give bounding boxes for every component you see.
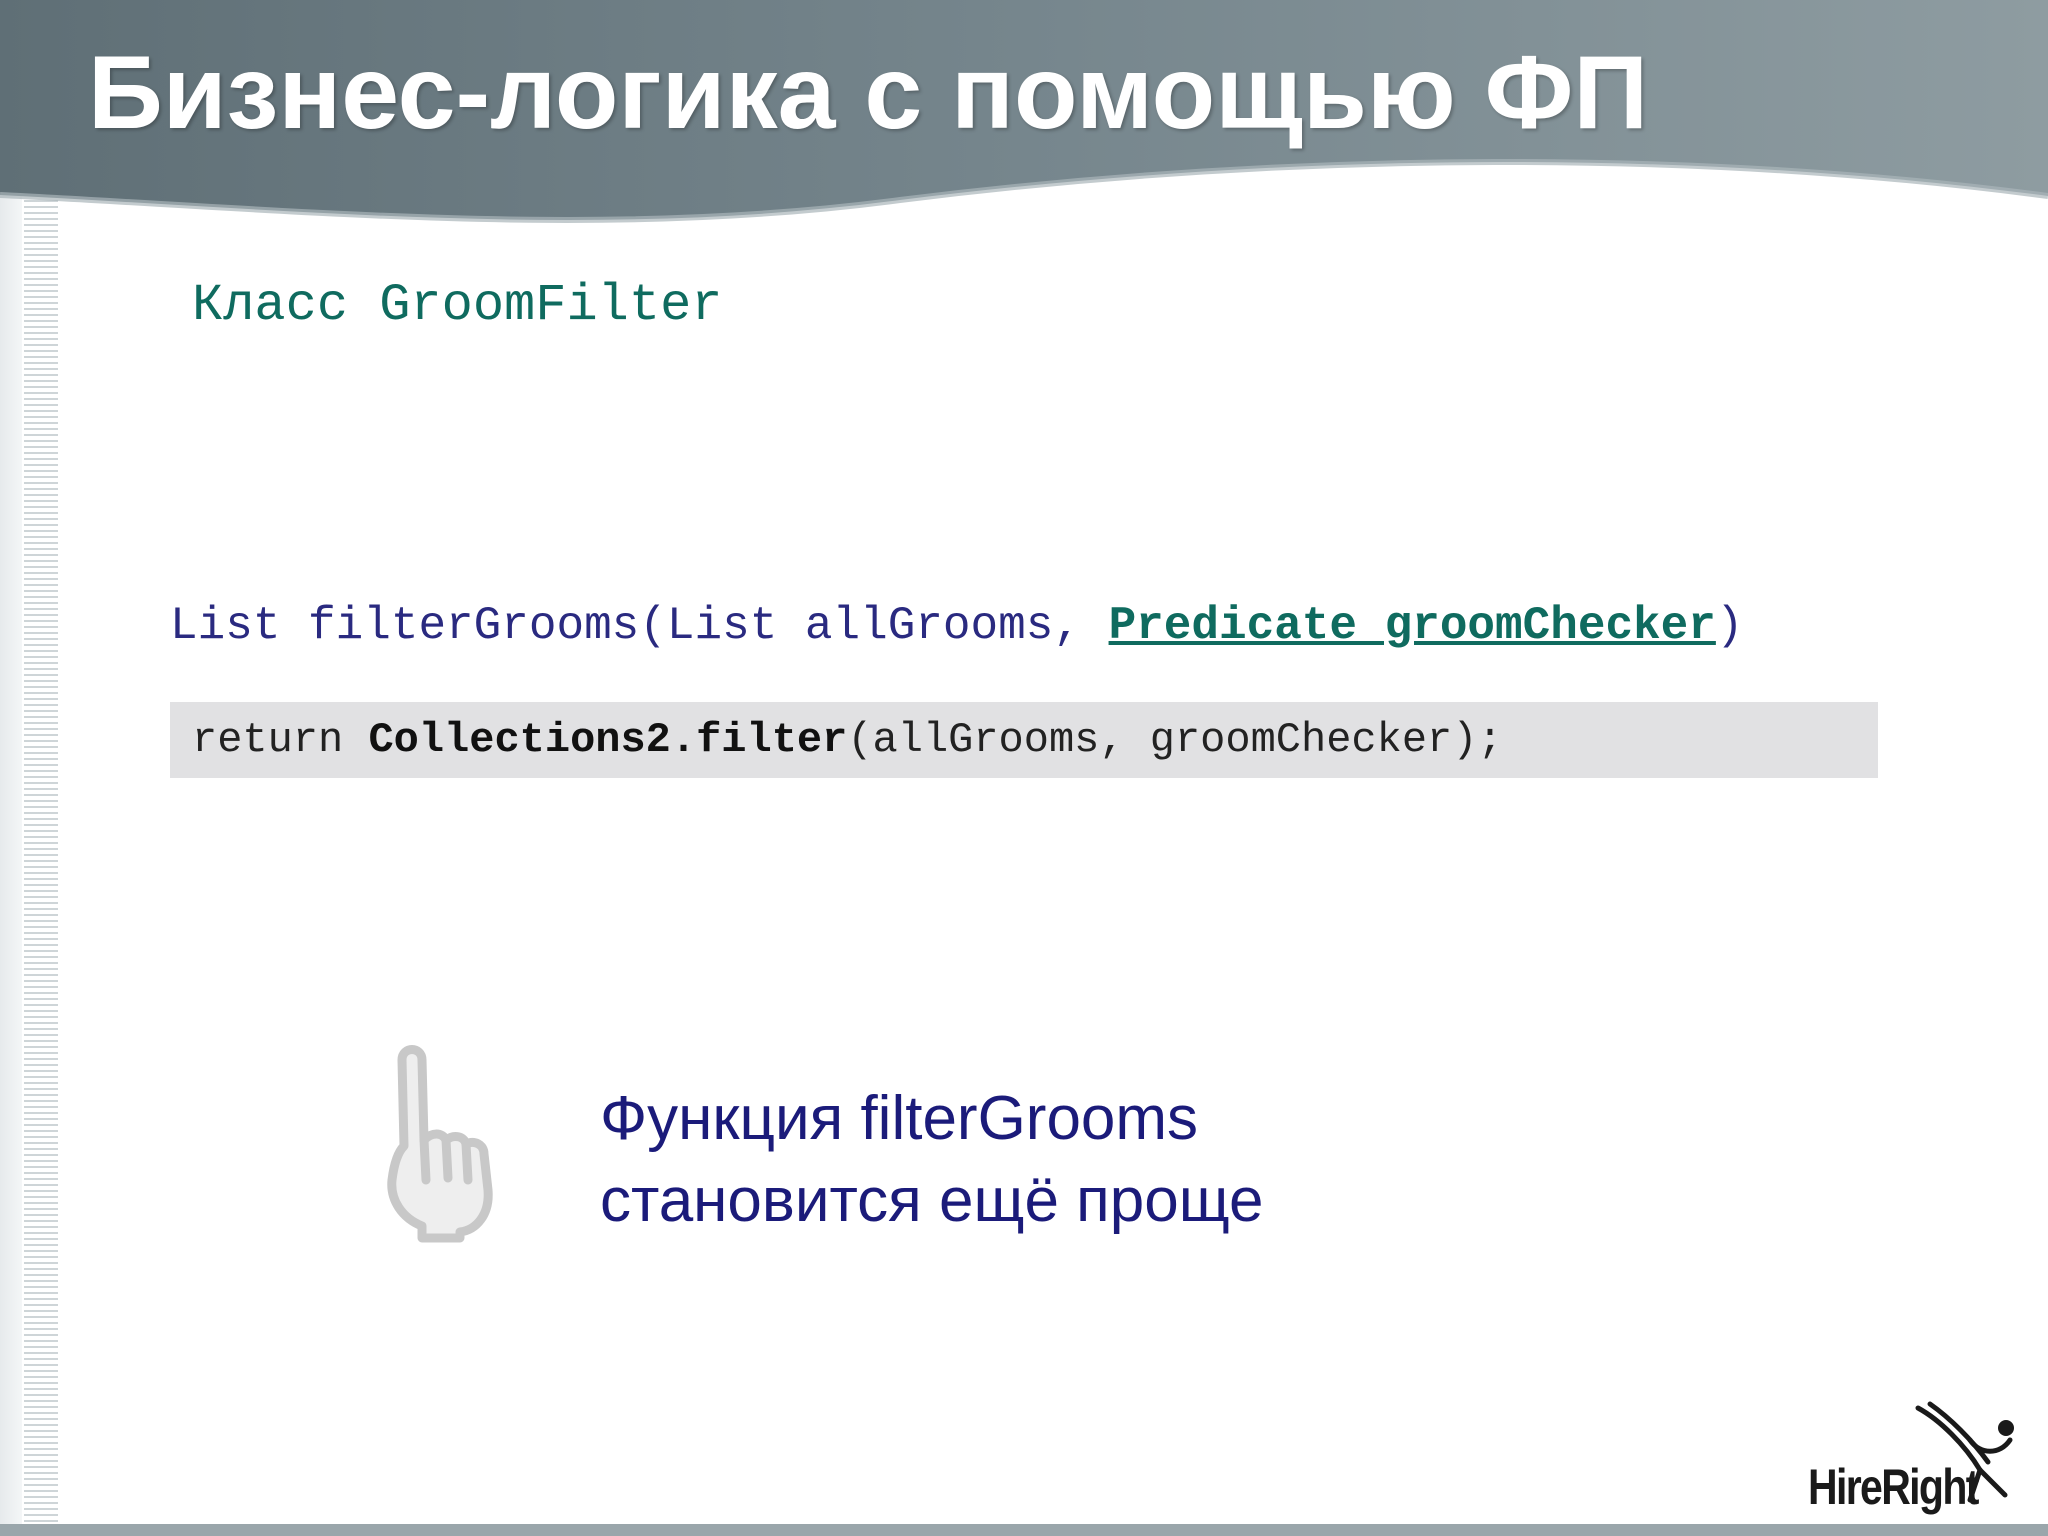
callout-line-1: Функция filterGrooms <box>600 1084 1199 1153</box>
code-block: return Collections2.filter(allGrooms, gr… <box>170 702 1878 778</box>
left-stripe-decoration <box>24 200 58 1530</box>
predicate-link[interactable]: Predicate groomChecker <box>1109 600 1716 652</box>
code-keyword: return <box>192 716 369 764</box>
signature-suffix: ) <box>1715 600 1744 652</box>
callout-line-2: становится ещё проще <box>600 1166 1264 1235</box>
class-caption: Класс GroomFilter <box>192 276 723 335</box>
hireright-logo: HireRight <box>1800 1400 2020 1525</box>
pointing-hand-icon <box>387 1045 493 1243</box>
method-signature: List filterGrooms(List allGrooms, Predic… <box>170 596 1743 656</box>
slide-title: Бизнес-логика с помощью ФП <box>88 35 1649 151</box>
bottom-bar <box>0 1524 2048 1536</box>
callout-text: Функция filterGrooms становится ещё прощ… <box>600 1078 1264 1242</box>
slide: Бизнес-логика с помощью ФП Класс GroomFi… <box>0 0 2048 1536</box>
code-call: Collections2.filter <box>368 716 848 764</box>
logo-text: HireRight <box>1808 1459 1979 1515</box>
code-args: (allGrooms, groomChecker); <box>847 716 1503 764</box>
signature-prefix: List filterGrooms(List allGrooms, <box>170 600 1109 652</box>
code-line: return Collections2.filter(allGrooms, gr… <box>192 710 1503 770</box>
